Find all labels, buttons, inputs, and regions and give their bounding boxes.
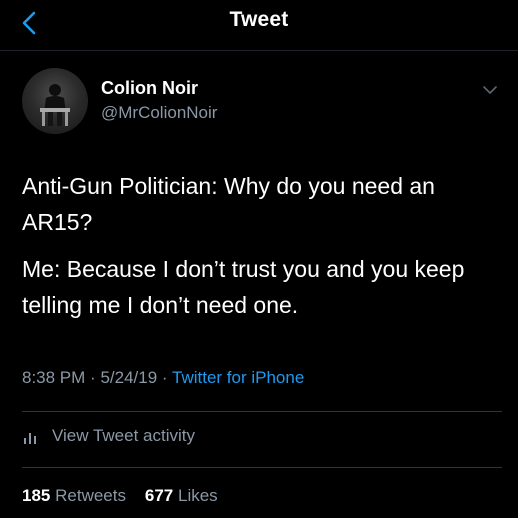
author-handle[interactable]: @MrColionNoir [101, 103, 217, 123]
meta-separator: · [161, 368, 168, 387]
retweets-count: 185 [22, 486, 51, 505]
meta-separator: · [90, 368, 96, 387]
tweet-time: 8:38 PM [22, 368, 86, 387]
likes-label: Likes [178, 486, 218, 505]
top-bar: Tweet [0, 0, 518, 51]
likes-count: 677 [144, 486, 174, 505]
view-activity-button[interactable]: View Tweet activity [22, 426, 195, 446]
tweet-body: Anti-Gun Politician: Why do you need an … [22, 168, 492, 334]
divider [22, 411, 502, 412]
retweets-label: Retweets [55, 486, 126, 505]
page-title: Tweet [229, 8, 289, 31]
tweet-stats: 185 Retweets 677 Likes [22, 486, 218, 506]
view-activity-label: View Tweet activity [52, 426, 195, 445]
retweets-stat[interactable]: 185 Retweets [22, 486, 131, 505]
tweet-meta: 8:38 PM · 5/24/19 · Twitter for iPhone [22, 368, 304, 388]
avatar[interactable] [22, 68, 88, 134]
bar-chart-icon [22, 427, 40, 445]
author-name[interactable]: Colion Noir [101, 78, 198, 99]
tweet-date: 5/24/19 [100, 368, 158, 387]
avatar-image [40, 84, 70, 126]
tweet-paragraph: Anti-Gun Politician: Why do you need an … [22, 173, 435, 235]
tweet-source-link[interactable]: Twitter for iPhone [172, 368, 304, 387]
tweet-paragraph: Me: Because I don’t trust you and you ke… [22, 256, 465, 318]
divider [22, 467, 502, 468]
chevron-down-icon [483, 86, 497, 94]
likes-stat[interactable]: 677 Likes [145, 486, 218, 505]
tweet-menu-button[interactable] [480, 80, 500, 100]
